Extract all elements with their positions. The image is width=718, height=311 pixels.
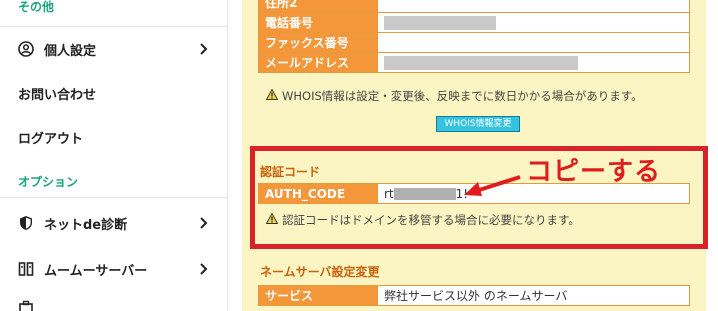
sidebar-item-label: ログアウト	[18, 131, 84, 147]
sidebar-item-label: 個人設定	[44, 43, 97, 59]
email-value	[377, 52, 690, 73]
sidebar-item-logout[interactable]: ログアウト	[0, 122, 227, 152]
sidebar-item-muumuu-server[interactable]: ムームーサーバー	[0, 254, 227, 284]
sidebar-item-personal-settings[interactable]: 個人設定	[0, 34, 227, 64]
chevron-right-icon	[195, 215, 211, 231]
sidebar-item-net-de-shindan[interactable]: ネットde診断	[0, 208, 227, 238]
sidebar-item-label: ネットde診断	[44, 217, 128, 233]
whois-change-button[interactable]: WHOIS情報変更	[436, 116, 520, 132]
table-row: 住所2	[258, 0, 690, 13]
warning-icon	[265, 88, 279, 103]
sidebar-item-partial[interactable]	[18, 300, 245, 311]
contact-table: 住所2 電話番号 ファックス番号 メールアドレス	[258, 0, 690, 73]
chevron-right-icon	[195, 261, 211, 277]
sidebar-section-other: その他	[18, 0, 55, 14]
table-row: ファックス番号	[258, 32, 690, 53]
sidebar-divider	[0, 197, 227, 198]
table-row: 電話番号	[258, 12, 690, 33]
whois-note: WHOIS情報は設定・変更後、反映までに数日かかる場合があります。	[265, 88, 643, 104]
email-label: メールアドレス	[258, 52, 378, 73]
server-icon	[18, 261, 34, 277]
sidebar-section-option: オプション	[18, 175, 79, 189]
whois-note-text: WHOIS情報は設定・変更後、反映までに数日かかる場合があります。	[282, 89, 643, 103]
sidebar-item-label: お問い合わせ	[18, 87, 97, 103]
sidebar: その他 個人設定 お問い合わせ ログアウト オプション ネットde診断 ムームー…	[0, 0, 228, 311]
service-value: 弊社サービス以外 のネームサーバ	[377, 285, 690, 306]
arrow-icon	[464, 175, 521, 196]
phone-value	[377, 12, 690, 33]
shield-icon	[18, 215, 34, 231]
phone-label: 電話番号	[258, 12, 378, 33]
redacted-block	[384, 55, 578, 70]
sidebar-item-label: ムームーサーバー	[44, 263, 148, 279]
fax-label: ファックス番号	[258, 32, 378, 53]
address2-value	[377, 0, 690, 13]
service-label: サービス	[258, 285, 378, 306]
user-circle-icon	[18, 41, 34, 57]
fax-value	[377, 32, 690, 53]
sidebar-divider	[0, 26, 227, 27]
chevron-right-icon	[195, 41, 211, 57]
sidebar-item-contact[interactable]: お問い合わせ	[0, 78, 227, 108]
address2-label: 住所2	[258, 0, 378, 13]
table-row: メールアドレス	[258, 52, 690, 73]
nameserver-title: ネームサーバ設定変更	[260, 265, 380, 279]
briefcase-icon	[19, 300, 33, 311]
copy-annotation: コピーする	[526, 157, 662, 187]
redacted-block	[384, 15, 496, 30]
table-row: サービス 弊社サービス以外 のネームサーバ	[258, 285, 690, 306]
nameserver-table: サービス 弊社サービス以外 のネームサーバ	[258, 285, 690, 306]
